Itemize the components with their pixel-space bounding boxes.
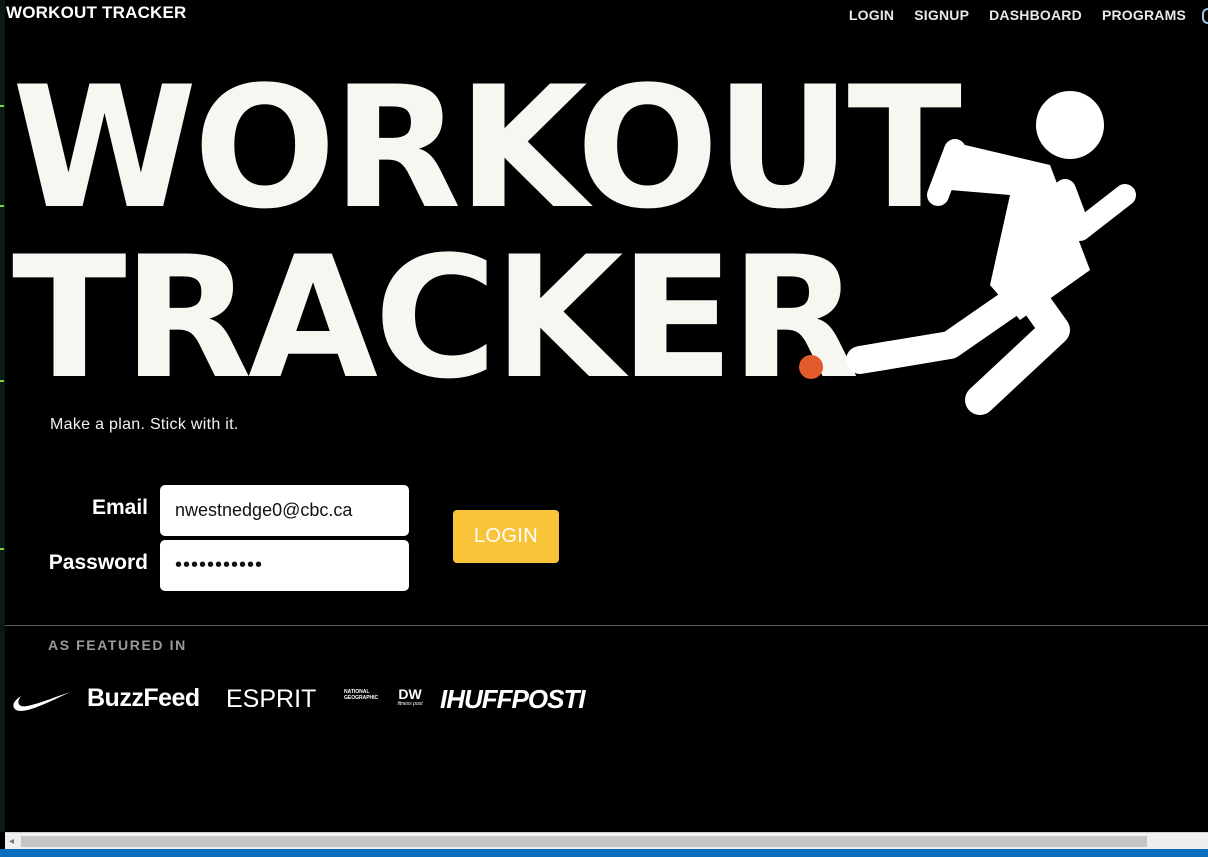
natgeo-logo: NATIONAL GEOGRAPHIC [344,689,379,701]
status-bar [0,849,1208,857]
hero-tagline: Make a plan. Stick with it. [50,416,239,433]
login-button[interactable]: LOGIN [453,510,559,563]
left-gutter-strip [0,0,5,832]
password-field[interactable] [160,540,409,591]
nav-programs-link[interactable]: PROGRAMS [1102,7,1186,23]
nav-overflow-icon [1202,8,1208,24]
scrollbar-thumb[interactable] [21,836,1147,847]
nike-swoosh-icon [13,692,70,711]
section-divider [5,625,1208,626]
password-label: Password [48,551,148,574]
top-nav: LOGIN SIGNUP DASHBOARD PROGRAMS [849,7,1186,23]
dw-logo: DW fitness post [396,687,424,707]
buzzfeed-logo: BuzzFeed [87,684,200,712]
huffpost-logo: IHUFFPOSTI [440,684,586,714]
hero-title-line2: TRACKER [12,220,860,416]
gutter-mark [0,548,4,550]
dw-logo-main: DW [398,686,422,702]
email-field[interactable] [160,485,409,536]
email-label: Email [91,496,148,519]
gutter-mark [0,105,4,107]
running-man-icon [846,91,1136,415]
gutter-mark [0,380,4,382]
gutter-mark [0,205,4,207]
page-root: WORKOUT TRACKER LOGIN SIGNUP DASHBOARD P… [0,0,1208,857]
esprit-logo: ESPRIT [226,685,317,713]
nav-signup-link[interactable]: SIGNUP [914,7,969,23]
nav-dashboard-link[interactable]: DASHBOARD [989,7,1082,23]
hero-title-line1: WORKOUT [12,50,962,246]
featured-heading: AS FEATURED IN [48,637,187,653]
nav-login-link[interactable]: LOGIN [849,7,894,23]
horizontal-scrollbar[interactable]: ◂ [5,832,1208,850]
hero-accent-dot [799,355,823,379]
brand-title[interactable]: WORKOUT TRACKER [6,3,187,23]
dw-logo-sub: fitness post [397,701,423,707]
scroll-left-icon[interactable]: ◂ [9,836,14,847]
